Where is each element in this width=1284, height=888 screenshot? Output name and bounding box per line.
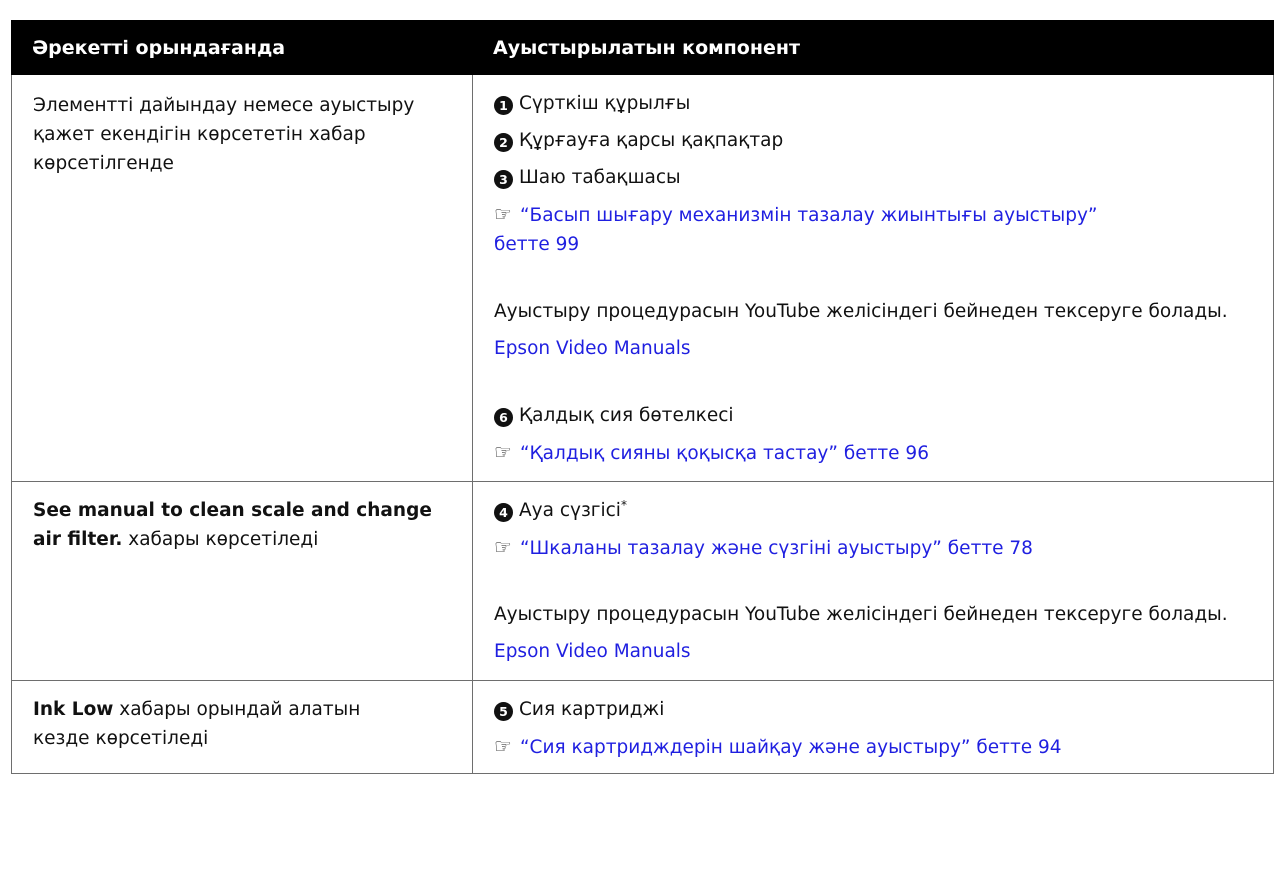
- pointing-hand-icon: ☞: [494, 440, 512, 464]
- number-badge: 1: [494, 96, 513, 115]
- header-condition: Әрекетті орындағанда: [11, 20, 473, 75]
- number-badge: 3: [494, 170, 513, 189]
- replacement-table: Әрекетті орындағанда Ауыстырылатын компо…: [11, 20, 1274, 774]
- component-item: 2 Құрғауға қарсы қақпақтар: [494, 126, 1259, 163]
- component-item: 5 Сия картриджі: [494, 695, 1259, 732]
- component-label: Сүрткіш құрылғы: [519, 93, 691, 114]
- component-label: Құрғауға қарсы қақпақтар: [519, 130, 784, 151]
- condition-text: Элементті дайындау немесе ауыстыру қажет…: [33, 95, 415, 174]
- page-reference-link[interactable]: ☞ “Шкаланы тазалау және сүзгіні ауыстыру”…: [494, 533, 1259, 570]
- page-reference-link[interactable]: ☞ “Сия картридждерін шайқау және ауыстыру…: [494, 732, 1259, 769]
- table-row: See manual to clean scale and change air…: [11, 481, 1274, 681]
- video-note: Ауыстыру процедурасын YouTube желісіндег…: [494, 301, 1228, 322]
- page-reference-link[interactable]: ☞ “Басып шығару механизмін тазалау жиынты…: [494, 200, 1259, 259]
- component-cell: 4 Ауа сүзгісі* ☞ “Шкаланы тазалау және сүз…: [472, 481, 1274, 681]
- table-header-row: Әрекетті орындағанда Ауыстырылатын компо…: [11, 20, 1274, 75]
- reference-link-text[interactable]: “Шкаланы тазалау және сүзгіні ауыстыру” …: [520, 538, 1033, 559]
- component-cell: 1 Сүрткіш құрылғы 2 Құрғауға қарсы қақпақт…: [472, 74, 1274, 482]
- page-reference-link[interactable]: ☞ “Қалдық сияны қоқысқа тастау” бетте 96: [494, 438, 1259, 475]
- pointing-hand-icon: ☞: [494, 535, 512, 559]
- reference-link-text[interactable]: “Сия картридждерін шайқау және ауыстыру”…: [520, 737, 1062, 758]
- component-item: 6 Қалдық сия бөтелкесі: [494, 401, 1259, 438]
- component-cell: 5 Сия картриджі ☞ “Сия картридждерін шайқа…: [472, 680, 1274, 774]
- component-item: 3 Шаю табақшасы: [494, 163, 1259, 200]
- table-row: Элементті дайындау немесе ауыстыру қажет…: [11, 74, 1274, 482]
- component-label: Шаю табақшасы: [519, 167, 681, 188]
- video-manuals-link[interactable]: Epson Video Manuals: [494, 334, 1259, 371]
- reference-link-text[interactable]: “Басып шығару механизмін тазалау жиынтығ…: [520, 205, 1098, 226]
- component-label: Ауа сүзгісі: [519, 500, 621, 521]
- component-item: 1 Сүрткіш құрылғы: [494, 89, 1259, 126]
- condition-text: See manual to clean scale and change air…: [33, 496, 463, 554]
- component-label: Сия картриджі: [519, 699, 665, 720]
- condition-cell: Элементті дайындау немесе ауыстыру қажет…: [11, 74, 473, 482]
- video-note: Ауыстыру процедурасын YouTube желісіндег…: [494, 604, 1228, 625]
- header-component: Ауыстырылатын компонент: [472, 20, 1274, 75]
- condition-cell: See manual to clean scale and change air…: [11, 481, 473, 681]
- component-item: 4 Ауа сүзгісі*: [494, 496, 1259, 533]
- pointing-hand-icon: ☞: [494, 202, 512, 226]
- number-badge: 2: [494, 133, 513, 152]
- table-row: Ink Low хабары орындай алатын кезде көрс…: [11, 680, 1274, 774]
- condition-suffix: хабары көрсетіледі: [122, 529, 319, 550]
- video-manuals-link[interactable]: Epson Video Manuals: [494, 637, 1259, 674]
- footnote-marker: *: [620, 497, 627, 512]
- condition-text: Ink Low хабары орындай алатын кезде көрс…: [33, 695, 413, 753]
- number-badge: 5: [494, 702, 513, 721]
- pointing-hand-icon: ☞: [494, 734, 512, 758]
- number-badge: 6: [494, 408, 513, 427]
- number-badge: 4: [494, 503, 513, 522]
- condition-cell: Ink Low хабары орындай алатын кезде көрс…: [11, 680, 473, 774]
- reference-link-page[interactable]: бетте 99: [494, 234, 579, 255]
- reference-link-text[interactable]: “Қалдық сияны қоқысқа тастау” бетте 96: [520, 443, 929, 464]
- component-label: Қалдық сия бөтелкесі: [519, 405, 734, 426]
- message-name: Ink Low: [33, 699, 114, 720]
